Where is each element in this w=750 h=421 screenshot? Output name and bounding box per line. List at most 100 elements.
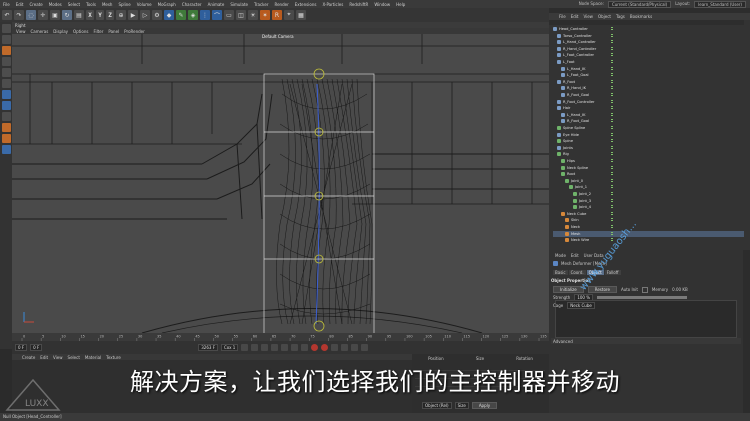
object-row[interactable]: Torso_Controller: [553, 33, 744, 39]
object-name[interactable]: L_Foot: [563, 60, 575, 64]
menu-modes[interactable]: Modes: [46, 2, 65, 7]
vp-menu-display[interactable]: Display: [53, 29, 68, 34]
menu-help[interactable]: Help: [393, 2, 408, 7]
next-frame-icon[interactable]: [281, 344, 289, 351]
visibility-dots-icon[interactable]: [611, 152, 617, 156]
visibility-dots-icon[interactable]: [611, 165, 617, 170]
object-row[interactable]: Rig: [553, 151, 744, 157]
autokey-icon[interactable]: [321, 344, 329, 351]
current-frame-field[interactable]: 3263 F: [198, 344, 219, 351]
visibility-dots-icon[interactable]: [611, 192, 617, 196]
object-row[interactable]: Head_Controller: [553, 26, 744, 32]
object-row[interactable]: Spine: [553, 138, 744, 144]
x-axis-lock[interactable]: X: [86, 10, 94, 20]
object-row[interactable]: Root: [553, 171, 744, 177]
go-to-start-icon[interactable]: [241, 344, 249, 351]
tweak-icon[interactable]: [1, 101, 11, 110]
object-name[interactable]: Neck Wire: [571, 238, 589, 242]
take-field[interactable]: Cox 1: [221, 344, 239, 351]
object-row[interactable]: L_Foot_Controller: [553, 52, 744, 58]
object-name[interactable]: R_Foot_Goal: [567, 93, 589, 97]
object-name[interactable]: L_Hand_Controller: [563, 40, 596, 44]
points-mode-icon[interactable]: [1, 57, 11, 66]
cube-icon[interactable]: ◆: [164, 10, 174, 20]
live-select-icon[interactable]: ◌: [26, 10, 36, 20]
object-row[interactable]: Mesh: [553, 230, 744, 237]
mat-menu-material[interactable]: Material: [85, 355, 101, 360]
active-camera-label[interactable]: Default Camera: [262, 34, 294, 39]
workplane-lock-icon[interactable]: [1, 134, 11, 143]
object-row[interactable]: R_Hand_IK: [553, 85, 744, 91]
bend-deformer-icon[interactable]: ⌒: [212, 10, 222, 20]
object-row[interactable]: Spine Spline: [553, 125, 744, 131]
visibility-dots-icon[interactable]: [611, 79, 617, 84]
object-row[interactable]: Neck Cube: [553, 211, 744, 217]
layout-select[interactable]: learn_Standard (User): [694, 0, 746, 8]
menu-volume[interactable]: Volume: [134, 2, 155, 7]
object-name[interactable]: R_Hand_IK: [567, 86, 586, 90]
menu-create[interactable]: Create: [26, 2, 45, 7]
object-name[interactable]: Skin: [571, 218, 579, 222]
object-row[interactable]: Neck Spline: [553, 165, 744, 171]
visibility-dots-icon[interactable]: [611, 106, 617, 110]
keyframe-selection-icon[interactable]: [331, 344, 339, 351]
polygons-mode-icon[interactable]: [1, 79, 11, 88]
visibility-dots-icon[interactable]: [611, 60, 617, 64]
prev-key-icon[interactable]: [251, 344, 259, 351]
object-row[interactable]: Skin: [553, 217, 744, 223]
visibility-dots-icon[interactable]: [611, 73, 617, 77]
object-name[interactable]: Torso_Controller: [563, 34, 592, 38]
visibility-dots-icon[interactable]: [611, 99, 617, 104]
tab-coord[interactable]: Coord.: [568, 270, 586, 275]
object-row[interactable]: R_Foot_Goal: [553, 92, 744, 98]
object-name[interactable]: Spine Spline: [563, 126, 585, 130]
min-frame-field[interactable]: 0 F: [30, 344, 43, 351]
object-row[interactable]: L_Foot_Goal: [553, 72, 744, 78]
menu-redshift[interactable]: RedshiftR: [346, 2, 371, 7]
om-menu-object[interactable]: Object: [598, 14, 611, 19]
z-axis-lock[interactable]: Z: [106, 10, 114, 20]
vp-menu-prorender[interactable]: ProRender: [124, 29, 145, 34]
mat-menu-select[interactable]: Select: [68, 355, 80, 360]
scale-icon[interactable]: ▣: [50, 10, 60, 20]
object-name[interactable]: Neck: [571, 225, 580, 229]
object-name[interactable]: Root: [567, 172, 575, 176]
am-menu-mode[interactable]: Mode: [555, 253, 566, 258]
object-name[interactable]: Joint_4: [579, 205, 591, 209]
object-name[interactable]: R_Foot_Controller: [563, 100, 595, 104]
menu-window[interactable]: Window: [371, 2, 393, 7]
visibility-dots-icon[interactable]: [611, 93, 617, 97]
render-settings-icon[interactable]: ⚙: [152, 10, 162, 20]
snap-icon[interactable]: ⌖: [284, 10, 294, 20]
visibility-dots-icon[interactable]: [611, 33, 617, 38]
coordinate-system-icon[interactable]: ⊕: [116, 10, 126, 20]
object-name[interactable]: L_Foot_Goal: [567, 73, 589, 77]
visibility-dots-icon[interactable]: [611, 132, 617, 137]
visibility-dots-icon[interactable]: [611, 172, 617, 176]
menu-render[interactable]: Render: [271, 2, 291, 7]
rotation-key-icon[interactable]: [361, 344, 369, 351]
object-row[interactable]: R_Foot_Goal: [553, 118, 744, 124]
enable-axis-icon[interactable]: [1, 90, 11, 99]
texture-mode-icon[interactable]: [1, 46, 11, 55]
object-name[interactable]: Hair: [563, 106, 570, 110]
object-row[interactable]: L_Hand_Controller: [553, 39, 744, 45]
visibility-dots-icon[interactable]: [611, 126, 617, 130]
visibility-dots-icon[interactable]: [611, 119, 617, 123]
om-menu-view[interactable]: View: [583, 14, 593, 19]
object-name[interactable]: R_Foot: [563, 80, 575, 84]
coord-mode-select[interactable]: Object (Rel): [422, 402, 452, 409]
undo-icon[interactable]: ↶: [2, 10, 12, 20]
object-name[interactable]: Joint_3: [579, 199, 591, 203]
object-row[interactable]: L_Foot: [553, 59, 744, 65]
tab-basic[interactable]: Basic: [553, 270, 568, 275]
object-name[interactable]: Joint_2: [579, 192, 591, 196]
strength-slider[interactable]: [597, 296, 688, 299]
menu-simulate[interactable]: Simulate: [227, 2, 251, 7]
object-row[interactable]: Hair: [553, 105, 744, 111]
redo-icon[interactable]: ↷: [14, 10, 24, 20]
pen-spline-icon[interactable]: ✎: [176, 10, 186, 20]
visibility-dots-icon[interactable]: [611, 27, 617, 31]
object-name[interactable]: R_Hand_Controller: [563, 47, 596, 51]
visibility-dots-icon[interactable]: [611, 218, 617, 222]
